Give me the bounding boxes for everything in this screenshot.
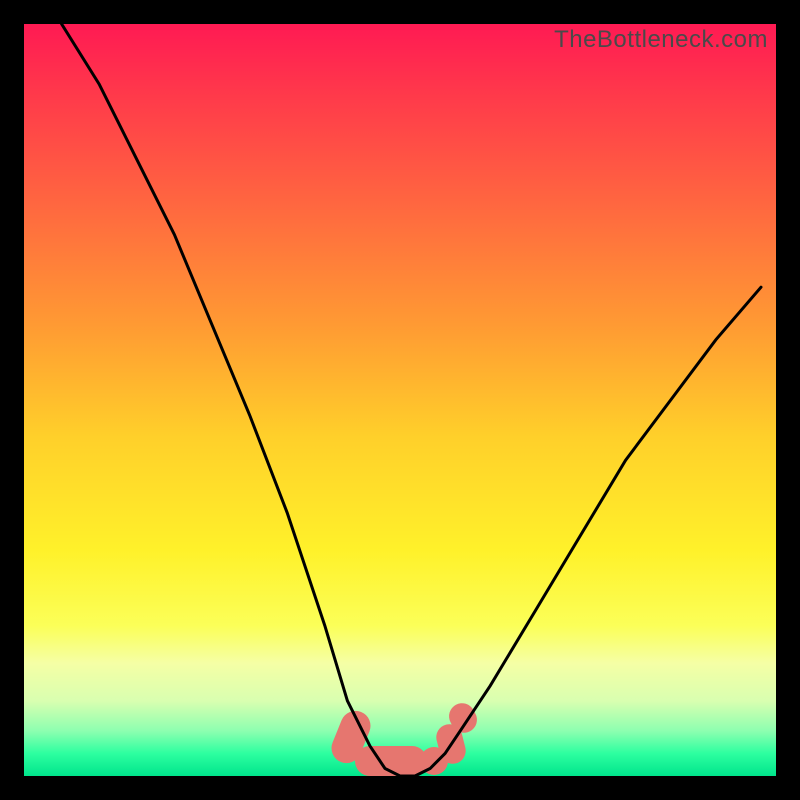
chart-area: TheBottleneck.com <box>24 24 776 776</box>
bottleneck-curve <box>24 24 776 776</box>
watermark-label: TheBottleneck.com <box>554 26 768 54</box>
